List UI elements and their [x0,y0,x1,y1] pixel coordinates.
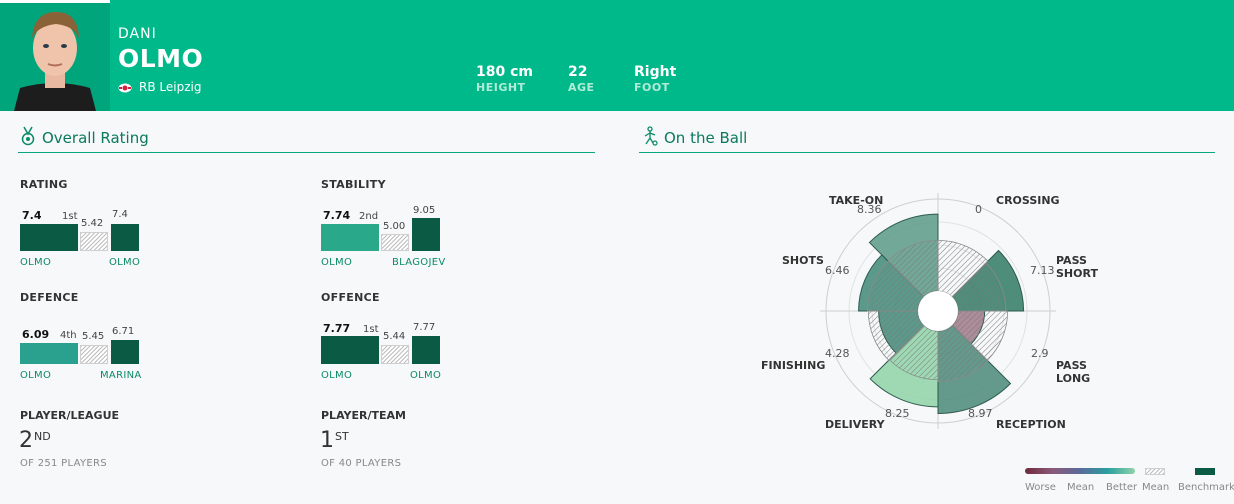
radar-label-pass-short: PASS SHORT [1056,254,1098,280]
radar-value-shots: 6.46 [825,264,850,277]
radar-label-shots: SHOTS [782,254,824,267]
legend-mean: Mean [1067,482,1095,493]
legend-worse: Worse [1025,482,1056,493]
radar-value-crossing: 0 [975,203,982,216]
radar-label-finishing: FINISHING [761,359,826,372]
radar-value-delivery: 8.25 [885,407,910,420]
radar-value-pass-short: 7.13 [1030,264,1055,277]
legend-gradient-bar [1025,468,1135,474]
legend-better: Better [1106,482,1138,493]
radar-value-pass-long: 2.9 [1031,347,1049,360]
radar-label-delivery: DELIVERY [825,418,885,431]
radar-value-take-on: 8.36 [857,203,882,216]
legend-mean-hatch: Mean [1142,482,1170,493]
radar-value-reception: 8.97 [968,407,993,420]
radar-value-finishing: 4.28 [825,347,850,360]
legend-mean-hatch-swatch [1145,468,1165,475]
radar-center-hole [918,291,958,331]
radar-label-reception: RECEPTION [996,418,1066,431]
radar-label-pass-long: PASS LONG [1056,359,1091,385]
legend-benchmark: Benchmark [1178,482,1234,493]
radar-label-crossing: CROSSING [996,194,1060,207]
legend-benchmark-swatch [1195,468,1215,475]
